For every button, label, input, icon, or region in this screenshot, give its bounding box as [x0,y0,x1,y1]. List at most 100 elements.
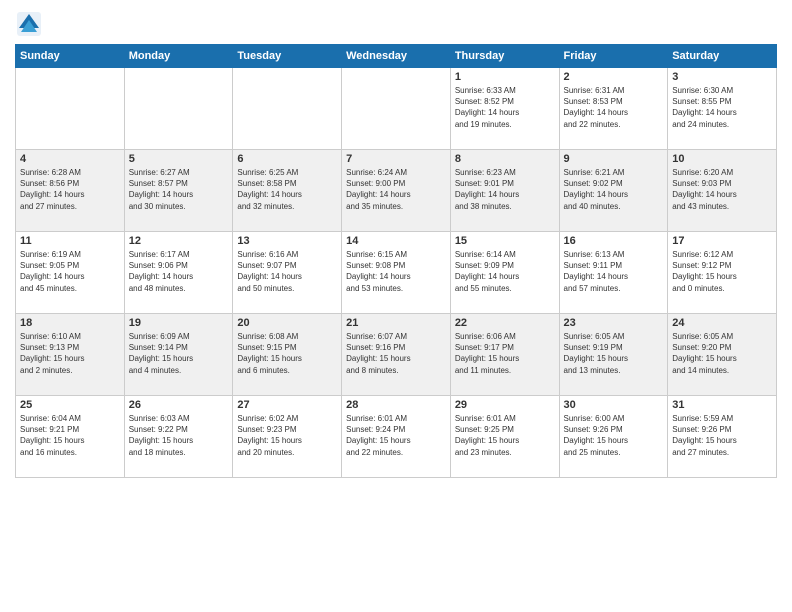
calendar-cell: 22Sunrise: 6:06 AM Sunset: 9:17 PM Dayli… [450,314,559,396]
day-info: Sunrise: 6:27 AM Sunset: 8:57 PM Dayligh… [129,167,229,212]
day-info: Sunrise: 6:02 AM Sunset: 9:23 PM Dayligh… [237,413,337,458]
day-info: Sunrise: 6:01 AM Sunset: 9:25 PM Dayligh… [455,413,555,458]
day-number: 1 [455,71,555,83]
day-number: 16 [564,235,664,247]
day-info: Sunrise: 6:14 AM Sunset: 9:09 PM Dayligh… [455,249,555,294]
day-info: Sunrise: 6:04 AM Sunset: 9:21 PM Dayligh… [20,413,120,458]
calendar-cell: 23 Sunrise: 6:05 AM Sunset: 9:19 PM Dayli… [559,314,668,396]
day-number: 4 [20,153,120,165]
day-number: 23 [564,317,664,329]
day-number: 19 [129,317,229,329]
day-info: Sunrise: 6:33 AM Sunset: 8:52 PM Dayligh… [455,85,555,130]
calendar-cell: 25 Sunrise: 6:04 AM Sunset: 9:21 PM Dayli… [16,396,125,478]
calendar-week-row: 1 Sunrise: 6:33 AM Sunset: 8:52 PM Daylig… [16,68,777,150]
calendar-cell [16,68,125,150]
page: SundayMondayTuesdayWednesdayThursdayFrid… [0,0,792,612]
weekday-header: Wednesday [342,45,451,68]
calendar-cell: 29 Sunrise: 6:01 AM Sunset: 9:25 PM Dayli… [450,396,559,478]
day-info: Sunrise: 6:28 AM Sunset: 8:56 PM Dayligh… [20,167,120,212]
calendar-cell: 9 Sunrise: 6:21 AM Sunset: 9:02 PM Daylig… [559,150,668,232]
day-number: 13 [237,235,337,247]
calendar-cell: 16 Sunrise: 6:13 AM Sunset: 9:11 PM Dayli… [559,232,668,314]
day-info: Sunrise: 6:09 AM Sunset: 9:14 PM Dayligh… [129,331,229,376]
weekday-header: Thursday [450,45,559,68]
day-info: Sunrise: 6:12 AM Sunset: 9:12 PM Dayligh… [672,249,772,294]
header [15,10,777,38]
calendar-cell: 28 Sunrise: 6:01 AM Sunset: 9:24 PM Dayli… [342,396,451,478]
logo [15,10,47,38]
day-info: Sunrise: 6:00 AM Sunset: 9:26 PM Dayligh… [564,413,664,458]
weekday-header-row: SundayMondayTuesdayWednesdayThursdayFrid… [16,45,777,68]
day-info: Sunrise: 6:20 AM Sunset: 9:03 PM Dayligh… [672,167,772,212]
calendar-week-row: 11Sunrise: 6:19 AM Sunset: 9:05 PM Dayli… [16,232,777,314]
day-number: 30 [564,399,664,411]
logo-icon [15,10,43,38]
calendar-cell: 26 Sunrise: 6:03 AM Sunset: 9:22 PM Dayli… [124,396,233,478]
day-number: 18 [20,317,120,329]
calendar-cell: 4 Sunrise: 6:28 AM Sunset: 8:56 PM Daylig… [16,150,125,232]
weekday-header: Tuesday [233,45,342,68]
day-info: Sunrise: 6:19 AM Sunset: 9:05 PM Dayligh… [20,249,120,294]
calendar-cell: 1 Sunrise: 6:33 AM Sunset: 8:52 PM Daylig… [450,68,559,150]
day-info: Sunrise: 5:59 AM Sunset: 9:26 PM Dayligh… [672,413,772,458]
weekday-header: Monday [124,45,233,68]
calendar-cell: 12 Sunrise: 6:17 AM Sunset: 9:06 PM Dayli… [124,232,233,314]
calendar-cell: 8 Sunrise: 6:23 AM Sunset: 9:01 PM Daylig… [450,150,559,232]
day-number: 25 [20,399,120,411]
day-number: 14 [346,235,446,247]
day-number: 29 [455,399,555,411]
calendar-table: SundayMondayTuesdayWednesdayThursdayFrid… [15,44,777,478]
day-info: Sunrise: 6:07 AM Sunset: 9:16 PM Dayligh… [346,331,446,376]
day-number: 12 [129,235,229,247]
day-number: 9 [564,153,664,165]
calendar-cell [233,68,342,150]
calendar-week-row: 4 Sunrise: 6:28 AM Sunset: 8:56 PM Daylig… [16,150,777,232]
weekday-header: Friday [559,45,668,68]
calendar-cell: 6Sunrise: 6:25 AM Sunset: 8:58 PM Daylig… [233,150,342,232]
calendar-cell: 20 Sunrise: 6:08 AM Sunset: 9:15 PM Dayli… [233,314,342,396]
calendar-cell: 17 Sunrise: 6:12 AM Sunset: 9:12 PM Dayli… [668,232,777,314]
day-number: 26 [129,399,229,411]
calendar-cell: 5Sunrise: 6:27 AM Sunset: 8:57 PM Daylig… [124,150,233,232]
day-number: 3 [672,71,772,83]
calendar-cell: 18 Sunrise: 6:10 AM Sunset: 9:13 PM Dayli… [16,314,125,396]
day-number: 22 [455,317,555,329]
day-info: Sunrise: 6:31 AM Sunset: 8:53 PM Dayligh… [564,85,664,130]
calendar-cell: 27Sunrise: 6:02 AM Sunset: 9:23 PM Dayli… [233,396,342,478]
calendar-cell: 30 Sunrise: 6:00 AM Sunset: 9:26 PM Dayli… [559,396,668,478]
day-info: Sunrise: 6:01 AM Sunset: 9:24 PM Dayligh… [346,413,446,458]
day-info: Sunrise: 6:17 AM Sunset: 9:06 PM Dayligh… [129,249,229,294]
calendar-week-row: 18 Sunrise: 6:10 AM Sunset: 9:13 PM Dayli… [16,314,777,396]
day-number: 2 [564,71,664,83]
day-number: 8 [455,153,555,165]
day-number: 28 [346,399,446,411]
day-info: Sunrise: 6:08 AM Sunset: 9:15 PM Dayligh… [237,331,337,376]
day-info: Sunrise: 6:21 AM Sunset: 9:02 PM Dayligh… [564,167,664,212]
day-info: Sunrise: 6:23 AM Sunset: 9:01 PM Dayligh… [455,167,555,212]
day-number: 21 [346,317,446,329]
calendar-cell: 7 Sunrise: 6:24 AM Sunset: 9:00 PM Daylig… [342,150,451,232]
calendar-cell: 3 Sunrise: 6:30 AM Sunset: 8:55 PM Daylig… [668,68,777,150]
calendar-cell: 2 Sunrise: 6:31 AM Sunset: 8:53 PM Daylig… [559,68,668,150]
weekday-header: Saturday [668,45,777,68]
day-number: 31 [672,399,772,411]
calendar-cell: 19 Sunrise: 6:09 AM Sunset: 9:14 PM Dayli… [124,314,233,396]
day-info: Sunrise: 6:03 AM Sunset: 9:22 PM Dayligh… [129,413,229,458]
calendar-cell: 15Sunrise: 6:14 AM Sunset: 9:09 PM Dayli… [450,232,559,314]
day-info: Sunrise: 6:24 AM Sunset: 9:00 PM Dayligh… [346,167,446,212]
calendar-cell: 13Sunrise: 6:16 AM Sunset: 9:07 PM Dayli… [233,232,342,314]
calendar-cell: 31 Sunrise: 5:59 AM Sunset: 9:26 PM Dayli… [668,396,777,478]
day-number: 7 [346,153,446,165]
day-info: Sunrise: 6:15 AM Sunset: 9:08 PM Dayligh… [346,249,446,294]
day-info: Sunrise: 6:13 AM Sunset: 9:11 PM Dayligh… [564,249,664,294]
calendar-cell: 14 Sunrise: 6:15 AM Sunset: 9:08 PM Dayli… [342,232,451,314]
day-number: 20 [237,317,337,329]
calendar-cell [124,68,233,150]
calendar-week-row: 25 Sunrise: 6:04 AM Sunset: 9:21 PM Dayli… [16,396,777,478]
day-info: Sunrise: 6:30 AM Sunset: 8:55 PM Dayligh… [672,85,772,130]
day-number: 17 [672,235,772,247]
day-info: Sunrise: 6:10 AM Sunset: 9:13 PM Dayligh… [20,331,120,376]
day-info: Sunrise: 6:05 AM Sunset: 9:20 PM Dayligh… [672,331,772,376]
day-info: Sunrise: 6:05 AM Sunset: 9:19 PM Dayligh… [564,331,664,376]
calendar-cell: 11Sunrise: 6:19 AM Sunset: 9:05 PM Dayli… [16,232,125,314]
